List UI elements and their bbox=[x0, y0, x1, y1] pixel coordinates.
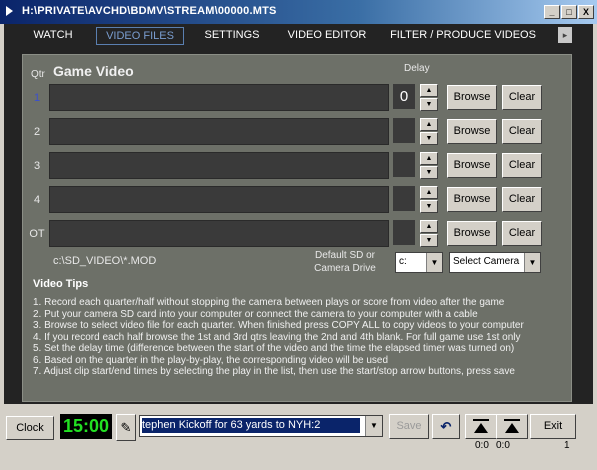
pencil-icon[interactable]: ✎ bbox=[116, 414, 136, 441]
page-number: 1 bbox=[564, 440, 570, 451]
window-title: H:\PRIVATE\AVCHD\BDMV\STREAM\00000.MTS bbox=[22, 5, 277, 17]
delay-spinner-q4[interactable]: ▲ ▼ bbox=[420, 186, 438, 213]
tab-watch[interactable]: WATCH bbox=[22, 27, 84, 43]
game-video-heading: Game Video bbox=[53, 63, 134, 79]
exit-button[interactable]: Exit bbox=[530, 414, 576, 439]
browse-button-ot[interactable]: Browse bbox=[447, 221, 497, 246]
camera-select[interactable]: Select Camera ▼ bbox=[449, 252, 541, 273]
spin-up-icon[interactable]: ▲ bbox=[420, 84, 438, 97]
video-tips-list: 1. Record each quarter/half without stop… bbox=[33, 297, 524, 378]
title-bar: H:\PRIVATE\AVCHD\BDMV\STREAM\00000.MTS _… bbox=[0, 0, 597, 24]
drive-select[interactable]: c: ▼ bbox=[395, 252, 443, 273]
spin-down-icon[interactable]: ▼ bbox=[420, 98, 438, 111]
spin-up-icon[interactable]: ▲ bbox=[420, 220, 438, 233]
browse-button-q1[interactable]: Browse bbox=[447, 85, 497, 110]
bar-icon bbox=[473, 419, 489, 421]
clip-end-button[interactable] bbox=[496, 414, 528, 439]
delay-spinner-q3[interactable]: ▲ ▼ bbox=[420, 152, 438, 179]
game-timer: 15:00 bbox=[60, 414, 112, 439]
default-drive-label: Default SD or Camera Drive bbox=[311, 249, 379, 275]
spin-down-icon[interactable]: ▼ bbox=[420, 234, 438, 247]
tab-scroll-right-icon[interactable]: ▸ bbox=[558, 27, 572, 43]
spin-up-icon[interactable]: ▲ bbox=[420, 186, 438, 199]
drive-select-value: c: bbox=[399, 256, 407, 267]
clear-button-q1[interactable]: Clear bbox=[502, 85, 542, 110]
tab-filter-produce-videos[interactable]: FILTER / PRODUCE VIDEOS bbox=[388, 27, 538, 43]
spin-down-icon[interactable]: ▼ bbox=[420, 200, 438, 213]
video-file-field-q1[interactable] bbox=[49, 84, 389, 111]
app-icon[interactable] bbox=[6, 6, 13, 16]
bottom-toolbar: Clock 15:00 ✎ tephen Kickoff for 63 yard… bbox=[0, 404, 597, 470]
tab-video-editor[interactable]: VIDEO EDITOR bbox=[282, 27, 372, 43]
tip-line: 6. Based on the quarter in the play-by-p… bbox=[33, 354, 389, 366]
clip-start-time: 0:0 bbox=[475, 440, 489, 451]
delay-input-q4[interactable] bbox=[393, 186, 415, 211]
tip-line: 5. Set the delay time (difference betwee… bbox=[33, 343, 515, 354]
video-file-field-q2[interactable] bbox=[49, 118, 389, 145]
video-file-field-q4[interactable] bbox=[49, 186, 389, 213]
delay-input-q3[interactable] bbox=[393, 152, 415, 177]
minimize-button[interactable]: _ bbox=[544, 5, 560, 19]
qtr-column-label: Qtr bbox=[31, 69, 45, 80]
qtr-number: 3 bbox=[33, 160, 41, 172]
up-arrow-icon bbox=[505, 423, 519, 433]
delay-input-ot[interactable] bbox=[393, 220, 415, 245]
delay-spinner-q2[interactable]: ▲ ▼ bbox=[420, 118, 438, 145]
chevron-down-icon[interactable]: ▼ bbox=[365, 416, 382, 436]
maximize-button[interactable]: □ bbox=[561, 5, 577, 19]
bar-icon bbox=[504, 419, 520, 421]
tip-line: 1. Record each quarter/half without stop… bbox=[33, 297, 505, 308]
spin-up-icon[interactable]: ▲ bbox=[420, 118, 438, 131]
tip-line: 7. Adjust clip start/end times by select… bbox=[33, 366, 515, 377]
clock-button[interactable]: Clock bbox=[6, 416, 54, 440]
camera-select-value: Select Camera bbox=[453, 256, 520, 267]
spin-up-icon[interactable]: ▲ bbox=[420, 152, 438, 165]
spin-down-icon[interactable]: ▼ bbox=[420, 166, 438, 179]
save-button[interactable]: Save bbox=[389, 414, 429, 439]
tip-line: 4. If you record each half browse the 1s… bbox=[33, 331, 521, 343]
qtr-number: 4 bbox=[33, 194, 41, 206]
delay-spinner-q1[interactable]: ▲ ▼ bbox=[420, 84, 438, 111]
delay-column-label: Delay bbox=[404, 63, 430, 74]
tip-line: 3. Browse to select video file for each … bbox=[33, 320, 524, 331]
browse-button-q3[interactable]: Browse bbox=[447, 153, 497, 178]
delay-input-q1[interactable]: 0 bbox=[393, 84, 415, 109]
delay-input-q2[interactable] bbox=[393, 118, 415, 143]
default-drive-label-line1: Default SD or bbox=[314, 250, 376, 261]
clear-button-q3[interactable]: Clear bbox=[502, 153, 542, 178]
clear-button-ot[interactable]: Clear bbox=[502, 221, 542, 246]
default-drive-label-line2: Camera Drive bbox=[314, 263, 376, 274]
qtr-number: 1 bbox=[33, 92, 41, 104]
qtr-number: OT bbox=[29, 228, 45, 240]
clip-end-time: 0:0 bbox=[496, 440, 510, 451]
clip-start-button[interactable] bbox=[465, 414, 497, 439]
video-files-panel: Qtr Game Video Delay 1 0 ▲ ▼ Browse Clear… bbox=[22, 54, 572, 402]
chevron-down-icon[interactable]: ▼ bbox=[524, 253, 540, 272]
browse-button-q2[interactable]: Browse bbox=[447, 119, 497, 144]
delay-spinner-ot[interactable]: ▲ ▼ bbox=[420, 220, 438, 247]
main-area: WATCH VIDEO FILES SETTINGS VIDEO EDITOR … bbox=[4, 24, 593, 404]
tip-line: 2. Put your camera SD card into your com… bbox=[33, 308, 478, 320]
tab-settings[interactable]: SETTINGS bbox=[196, 27, 268, 43]
undo-icon[interactable]: ↶ bbox=[432, 414, 460, 439]
up-arrow-icon bbox=[474, 423, 488, 433]
spin-down-icon[interactable]: ▼ bbox=[420, 132, 438, 145]
play-select-value: tephen Kickoff for 63 yards to NYH:2 bbox=[142, 418, 360, 433]
video-tips-heading: Video Tips bbox=[33, 278, 89, 290]
close-button[interactable]: X bbox=[578, 5, 594, 19]
browse-button-q4[interactable]: Browse bbox=[447, 187, 497, 212]
default-video-path: c:\SD_VIDEO\*.MOD bbox=[53, 255, 157, 267]
video-file-field-ot[interactable] bbox=[49, 220, 389, 247]
tab-video-files[interactable]: VIDEO FILES bbox=[96, 27, 184, 45]
clear-button-q2[interactable]: Clear bbox=[502, 119, 542, 144]
video-file-field-q3[interactable] bbox=[49, 152, 389, 179]
chevron-down-icon[interactable]: ▼ bbox=[426, 253, 442, 272]
play-select[interactable]: tephen Kickoff for 63 yards to NYH:2 ▼ bbox=[139, 415, 383, 437]
qtr-number: 2 bbox=[33, 126, 41, 138]
clear-button-q4[interactable]: Clear bbox=[502, 187, 542, 212]
